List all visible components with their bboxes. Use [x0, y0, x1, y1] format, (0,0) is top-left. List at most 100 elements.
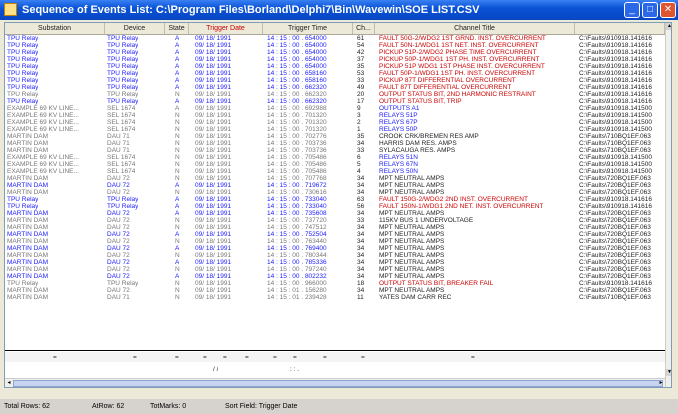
filter-date-d[interactable]: = — [223, 354, 227, 361]
cell-path: C:\Faults\910918.141500 — [579, 126, 652, 133]
col-header-channel-title[interactable]: Channel Title — [375, 23, 575, 34]
filter-row[interactable]: = = = = = = = = = = = — [5, 352, 665, 362]
cell-state: A — [175, 84, 180, 91]
table-row[interactable]: TPU Relay TPU Relay A 09/ 18/ 1991 14 : 15 :… — [5, 98, 665, 105]
table-row[interactable]: MARTIN DAM DAU 71 N 09/ 18/ 1991 14 : 15 : 0… — [5, 133, 665, 140]
maximize-button[interactable]: □ — [642, 2, 658, 18]
scroll-up-icon[interactable]: ▲ — [666, 23, 671, 30]
cell-device: SEL 1674 — [107, 161, 136, 168]
table-row[interactable]: EXAMPLE 69 KV LINE... SEL 1674 N 09/ 18/ 19… — [5, 168, 665, 175]
col-header-substation[interactable]: Substation — [5, 23, 105, 34]
cell-substation: MARTIN DAM — [7, 238, 49, 245]
cell-state: N — [175, 266, 180, 273]
table-row[interactable]: TPU Relay TPU Relay A 09/ 18/ 1991 14 : 15 :… — [5, 203, 665, 210]
cell-channel-title: MPT NEUTRAL AMPS — [379, 273, 445, 280]
table-row[interactable]: TPU Relay TPU Relay A 09/ 18/ 1991 14 : 15 :… — [5, 77, 665, 84]
cell-trigger-date: 09/ 18/ 1991 — [195, 238, 232, 245]
scroll-down-icon[interactable]: ▼ — [666, 369, 671, 376]
cell-substation: EXAMPLE 69 KV LINE... — [7, 119, 79, 126]
col-header-state[interactable]: State — [165, 23, 189, 34]
col-header-trigger-time[interactable]: Trigger Time — [263, 23, 353, 34]
events-grid[interactable]: Substation Device State Trigger Date Tri… — [4, 22, 672, 388]
table-row[interactable]: TPU Relay TPU Relay A 09/ 18/ 1991 14 : 15 :… — [5, 42, 665, 49]
cell-state: N — [175, 154, 180, 161]
cell-path: C:\Faults\710BQ1EF.063 — [579, 294, 651, 301]
cell-trigger-time: 14 : 15 : 00 . 733040 — [267, 196, 327, 203]
table-row[interactable]: EXAMPLE 69 KV LINE... SEL 1674 N 09/ 18/ 19… — [5, 112, 665, 119]
table-row[interactable]: EXAMPLE 69 KV LINE... SEL 1674 N 09/ 18/ 19… — [5, 126, 665, 133]
filter-device[interactable]: = — [133, 354, 137, 361]
table-row[interactable]: MARTIN DAM DAU 71 N 09/ 18/ 1991 14 : 15 : 0… — [5, 294, 665, 301]
table-row[interactable]: MARTIN DAM DAU 72 A 09/ 18/ 1991 14 : 15 : 0… — [5, 210, 665, 217]
table-row[interactable]: TPU Relay TPU Relay A 09/ 18/ 1991 14 : 15 :… — [5, 63, 665, 70]
table-row[interactable]: MARTIN DAM DAU 71 N 09/ 18/ 1991 14 : 15 : 0… — [5, 140, 665, 147]
col-header-trigger-date[interactable]: Trigger Date — [189, 23, 263, 34]
edit-time[interactable]: : : . — [290, 366, 299, 373]
table-row[interactable]: EXAMPLE 69 KV LINE... SEL 1674 N 09/ 18/ 19… — [5, 119, 665, 126]
scroll-left-icon[interactable]: ◂ — [5, 379, 13, 387]
cell-channel: 33 — [357, 77, 365, 84]
table-row[interactable]: MARTIN DAM DAU 72 A 09/ 18/ 1991 14 : 15 : 0… — [5, 182, 665, 189]
close-button[interactable]: ✕ — [660, 2, 676, 18]
col-header-channel[interactable]: Ch... — [353, 23, 375, 34]
filter-state[interactable]: = — [175, 354, 179, 361]
minimize-button[interactable]: _ — [624, 2, 640, 18]
table-row[interactable]: TPU Relay TPU Relay A 09/ 18/ 1991 14 : 15 :… — [5, 35, 665, 42]
table-row[interactable]: TPU Relay TPU Relay N 09/ 18/ 1991 14 : 15 :… — [5, 91, 665, 98]
cell-trigger-date: 09/ 18/ 1991 — [195, 35, 232, 42]
table-row[interactable]: EXAMPLE 69 KV LINE... SEL 1674 N 09/ 18/ 19… — [5, 154, 665, 161]
table-row[interactable]: MARTIN DAM DAU 72 N 09/ 18/ 1991 14 : 15 : 0… — [5, 224, 665, 231]
cell-channel-title: FAULT 50P-1/WDG1 1ST PH. INST. OVERCURRE… — [379, 70, 536, 77]
table-row[interactable]: MARTIN DAM DAU 72 A 09/ 18/ 1991 14 : 15 : 0… — [5, 245, 665, 252]
cell-path: C:\Faults\910918.141616 — [579, 49, 652, 56]
col-header-path[interactable] — [575, 23, 665, 34]
table-row[interactable]: MARTIN DAM DAU 72 N 09/ 18/ 1991 14 : 15 : 0… — [5, 238, 665, 245]
vertical-scrollbar[interactable]: ▲ ▼ — [665, 23, 671, 387]
table-row[interactable]: TPU Relay TPU Relay A 09/ 18/ 1991 14 : 15 :… — [5, 196, 665, 203]
table-row[interactable]: MARTIN DAM DAU 72 N 09/ 18/ 1991 14 : 15 : 0… — [5, 287, 665, 294]
table-row[interactable]: TPU Relay TPU Relay N 09/ 18/ 1991 14 : 15 :… — [5, 280, 665, 287]
scroll-right-icon[interactable]: ▸ — [657, 379, 665, 387]
cell-device: TPU Relay — [107, 42, 139, 49]
cell-state: N — [175, 175, 180, 182]
horizontal-scrollbar[interactable]: ◂ ▸ — [5, 378, 665, 387]
horizontal-scroll-thumb[interactable] — [13, 380, 663, 387]
cell-trigger-time: 14 : 15 : 00 . 747512 — [267, 224, 327, 231]
cell-channel-title: MPT NEUTRAL AMPS — [379, 224, 445, 231]
cell-substation: TPU Relay — [7, 84, 39, 91]
table-row[interactable]: MARTIN DAM DAU 71 N 09/ 18/ 1991 14 : 15 : 0… — [5, 147, 665, 154]
edit-date[interactable]: / / — [213, 366, 218, 373]
table-row[interactable]: EXAMPLE 69 KV LINE... SEL 1674 N 09/ 18/ 19… — [5, 161, 665, 168]
filter-date-m[interactable]: = — [203, 354, 207, 361]
table-row[interactable]: TPU Relay TPU Relay A 09/ 18/ 1991 14 : 15 :… — [5, 56, 665, 63]
table-row[interactable]: MARTIN DAM DAU 72 A 09/ 18/ 1991 14 : 15 : 0… — [5, 273, 665, 280]
cell-channel: 3 — [357, 112, 361, 119]
col-header-device[interactable]: Device — [105, 23, 165, 34]
table-row[interactable]: MARTIN DAM DAU 72 N 09/ 18/ 1991 14 : 15 : 0… — [5, 175, 665, 182]
table-row[interactable]: MARTIN DAM DAU 72 N 09/ 18/ 1991 14 : 15 : 0… — [5, 266, 665, 273]
cell-channel: 53 — [357, 70, 365, 77]
filter-date-y[interactable]: = — [245, 354, 249, 361]
table-row[interactable]: MARTIN DAM DAU 72 A 09/ 18/ 1991 14 : 15 : 0… — [5, 259, 665, 266]
status-bar: Total Rows: 62 AtRow: 62 TotMarks: 0 Sor… — [0, 401, 678, 414]
cell-state: N — [175, 294, 180, 301]
table-row[interactable]: MARTIN DAM DAU 72 N 09/ 18/ 1991 14 : 15 : 0… — [5, 252, 665, 259]
table-row[interactable]: TPU Relay TPU Relay A 09/ 18/ 1991 14 : 15 :… — [5, 70, 665, 77]
filter-time-h[interactable]: = — [273, 354, 277, 361]
filter-channel-title[interactable]: = — [471, 354, 475, 361]
table-row[interactable]: EXAMPLE 69 KV LINE... SEL 1674 A 09/ 18/ 19… — [5, 105, 665, 112]
table-row[interactable]: MARTIN DAM DAU 72 N 09/ 18/ 1991 14 : 15 : 0… — [5, 189, 665, 196]
filter-time-m[interactable]: = — [293, 354, 297, 361]
table-row[interactable]: TPU Relay TPU Relay A 09/ 18/ 1991 14 : 15 :… — [5, 84, 665, 91]
cell-substation: TPU Relay — [7, 91, 39, 98]
title-bar[interactable]: Sequence of Events List: C:\Program File… — [0, 0, 678, 20]
cell-path: C:\Faults\910918.141616 — [579, 280, 652, 287]
filter-channel[interactable]: = — [361, 354, 365, 361]
table-row[interactable]: TPU Relay TPU Relay A 09/ 18/ 1991 14 : 15 :… — [5, 49, 665, 56]
edit-row[interactable]: / / : : . — [5, 364, 665, 374]
cell-trigger-date: 09/ 18/ 1991 — [195, 210, 232, 217]
filter-substation[interactable]: = — [53, 354, 57, 361]
table-row[interactable]: MARTIN DAM DAU 72 A 09/ 18/ 1991 14 : 15 : 0… — [5, 231, 665, 238]
filter-time-s[interactable]: = — [323, 354, 327, 361]
table-row[interactable]: MARTIN DAM DAU 72 N 09/ 18/ 1991 14 : 15 : 0… — [5, 217, 665, 224]
